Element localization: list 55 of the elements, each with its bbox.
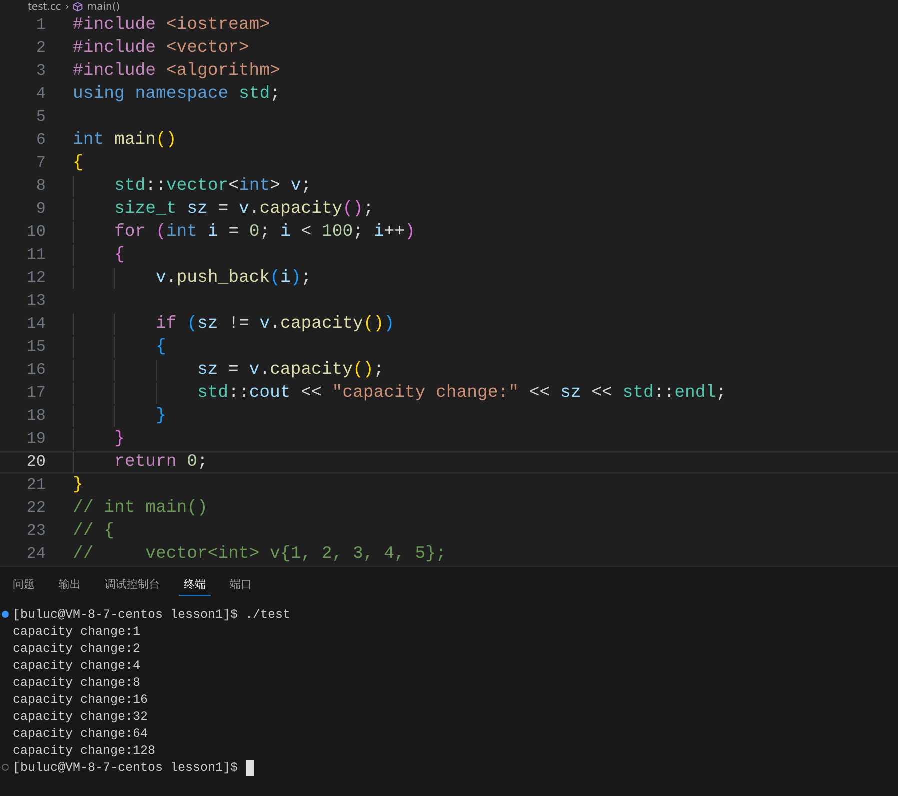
line-number: 9 xyxy=(35,200,46,219)
line-number: 1 xyxy=(35,16,46,35)
panel-tab[interactable]: 终端 xyxy=(179,574,211,596)
line-number: 16 xyxy=(26,361,46,380)
breadcrumb-separator: › xyxy=(65,0,70,14)
line-number: 6 xyxy=(35,131,46,150)
terminal-line: capacity change:32 xyxy=(13,710,148,724)
line-number: 24 xyxy=(26,545,46,564)
breadcrumb-symbol[interactable]: main() xyxy=(87,0,120,14)
terminal-line: capacity change:2 xyxy=(13,642,141,656)
line-number: 7 xyxy=(35,154,46,173)
circle-icon xyxy=(2,764,9,771)
code-line: } xyxy=(73,475,84,496)
line-number: 15 xyxy=(26,338,46,357)
code-line: { xyxy=(73,153,84,174)
panel-tab[interactable]: 端口 xyxy=(225,574,257,596)
terminal-line: capacity change:1 xyxy=(13,624,141,638)
terminal-line: capacity change:8 xyxy=(13,676,141,690)
line-number: 3 xyxy=(35,62,46,81)
code-line: // vector<int> v{1, 2, 3, 4, 5}; xyxy=(73,544,446,565)
line-number: 18 xyxy=(26,407,46,426)
line-number: 14 xyxy=(26,315,46,334)
line-number: 22 xyxy=(26,499,46,518)
code-line: #include <iostream> xyxy=(73,15,270,36)
code-line: using namespace std; xyxy=(73,84,280,105)
line-number: 20 xyxy=(26,453,46,472)
line-number: 23 xyxy=(26,522,46,541)
breadcrumb-file[interactable]: test.cc xyxy=(28,0,62,14)
terminal-line: capacity change:4 xyxy=(13,658,141,672)
line-number: 5 xyxy=(35,108,46,127)
line-number: 8 xyxy=(35,177,46,196)
code-line: // int main() xyxy=(73,498,208,519)
line-number: 4 xyxy=(35,85,46,104)
line-number: 17 xyxy=(26,384,46,403)
terminal-line: capacity change:128 xyxy=(13,744,156,758)
panel-tab[interactable]: 问题 xyxy=(8,574,40,596)
code-line: // { xyxy=(73,521,114,542)
code-line: int main() xyxy=(73,130,177,151)
terminal-line: capacity change:64 xyxy=(13,726,148,740)
code-line: #include <vector> xyxy=(73,38,250,59)
code-line: #include <algorithm> xyxy=(73,61,280,82)
terminal-line: [buluc@VM-8-7-centos lesson1]$ xyxy=(13,760,238,774)
line-number: 11 xyxy=(26,246,46,265)
terminal-line: [buluc@VM-8-7-centos lesson1]$ ./test xyxy=(13,608,291,622)
line-number: 2 xyxy=(35,39,46,58)
success-dot-icon xyxy=(2,611,9,618)
line-number: 21 xyxy=(26,476,46,495)
line-number: 19 xyxy=(26,430,46,449)
cube-icon xyxy=(73,2,84,12)
panel-tab[interactable]: 调试控制台 xyxy=(100,574,165,596)
line-number: 13 xyxy=(26,292,46,311)
terminal-line: capacity change:16 xyxy=(13,692,148,706)
panel-tab[interactable]: 输出 xyxy=(54,574,86,596)
line-number: 10 xyxy=(26,223,46,242)
line-number: 12 xyxy=(26,269,46,288)
